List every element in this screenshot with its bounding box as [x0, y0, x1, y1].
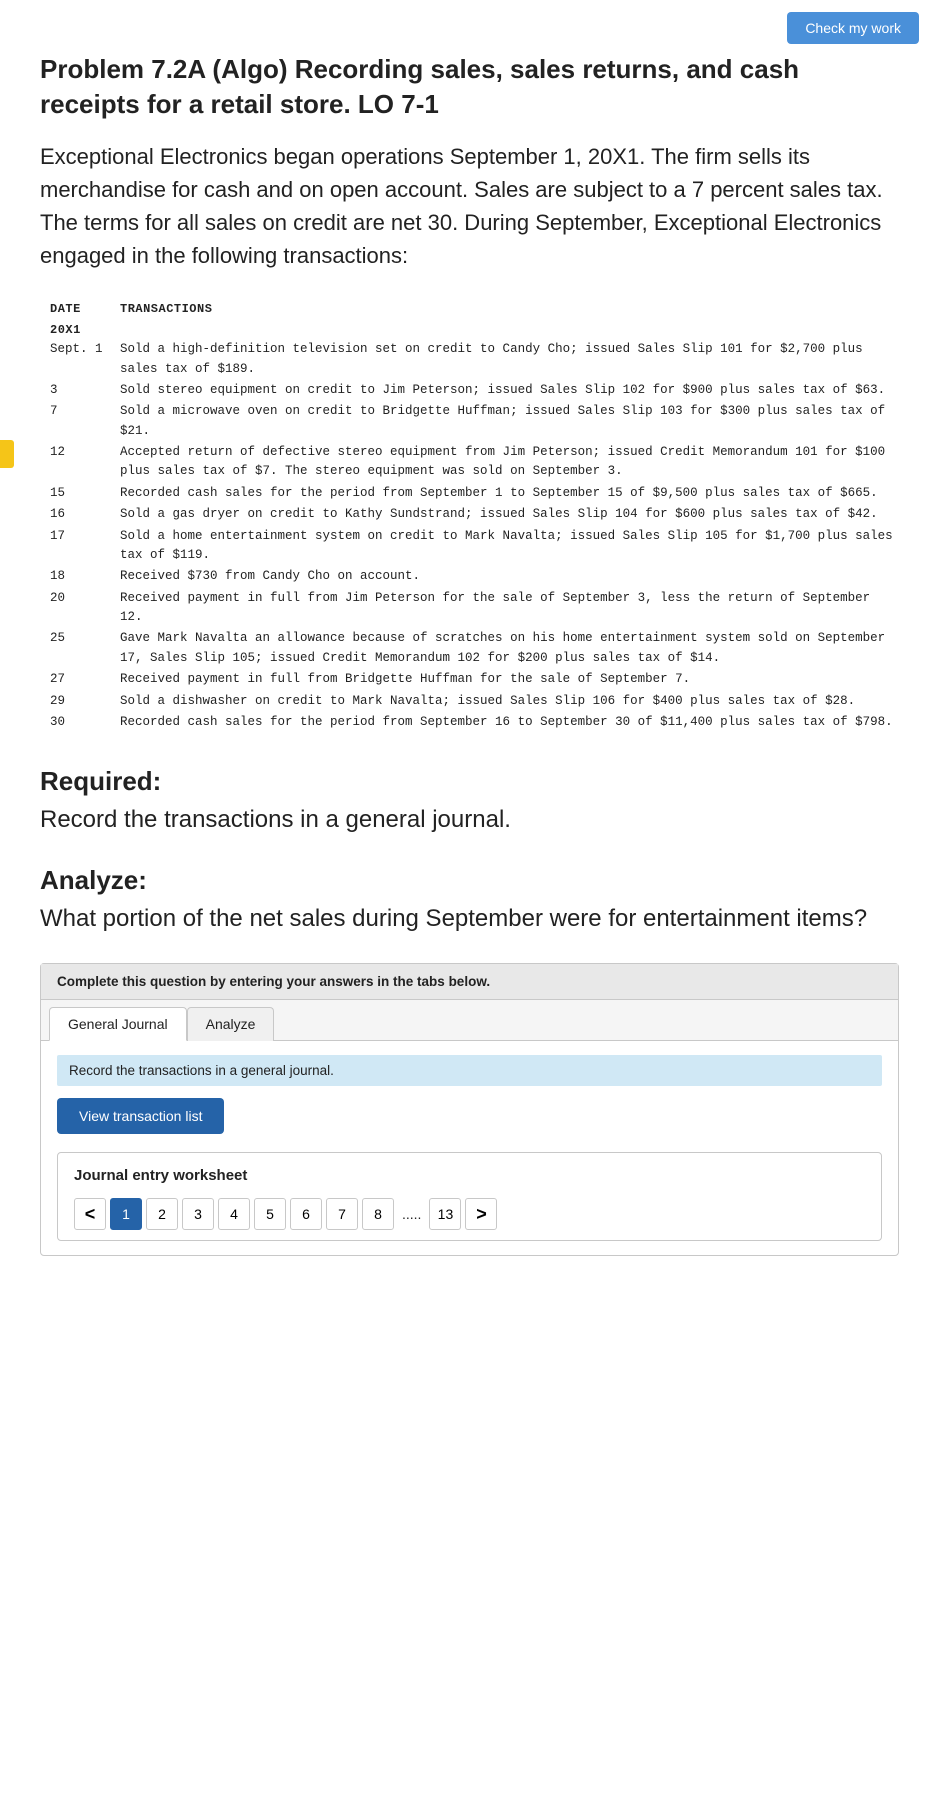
top-bar: Check my work: [0, 0, 939, 52]
transactions-rows: Sept. 1 Sold a high-definition televisio…: [50, 340, 899, 734]
trans-date: 12: [50, 443, 120, 484]
transactions-section: DATE TRANSACTIONS 20X1 Sept. 1 Sold a hi…: [40, 300, 899, 734]
problem-description: Exceptional Electronics began operations…: [40, 140, 899, 272]
prev-page-button[interactable]: <: [74, 1198, 106, 1230]
problem-title: Problem 7.2A (Algo) Recording sales, sal…: [40, 52, 899, 122]
table-row: 29 Sold a dishwasher on credit to Mark N…: [50, 692, 899, 713]
check-my-work-button[interactable]: Check my work: [787, 12, 919, 44]
date-header: DATE: [50, 300, 120, 319]
trans-text: Received $730 from Candy Cho on account.: [120, 567, 899, 588]
tabs-instruction-bar: Complete this question by entering your …: [41, 964, 898, 1000]
next-page-button[interactable]: >: [465, 1198, 497, 1230]
trans-text: Received payment in full from Jim Peters…: [120, 589, 899, 630]
trans-text: Sold a microwave oven on credit to Bridg…: [120, 402, 899, 443]
page-ellipsis: .....: [398, 1206, 425, 1222]
trans-text: Recorded cash sales for the period from …: [120, 713, 899, 734]
view-transaction-list-button[interactable]: View transaction list: [57, 1098, 224, 1134]
pagination: <12345678.....13>: [74, 1198, 865, 1240]
tabs-body: Record the transactions in a general jou…: [41, 1041, 898, 1255]
trans-date: 16: [50, 505, 120, 526]
trans-date: Sept. 1: [50, 340, 120, 381]
trans-date: 29: [50, 692, 120, 713]
table-row: 7 Sold a microwave oven on credit to Bri…: [50, 402, 899, 443]
trans-date: 20: [50, 589, 120, 630]
table-row: 12 Accepted return of defective stereo e…: [50, 443, 899, 484]
analyze-heading: Analyze:: [40, 865, 899, 896]
trans-text: Sold a high-definition television set on…: [120, 340, 899, 381]
trans-date: 7: [50, 402, 120, 443]
page-button-8[interactable]: 8: [362, 1198, 394, 1230]
page-button-13[interactable]: 13: [429, 1198, 461, 1230]
table-row: Sept. 1 Sold a high-definition televisio…: [50, 340, 899, 381]
trans-date: 25: [50, 629, 120, 670]
trans-date: 27: [50, 670, 120, 691]
record-text: Record the transactions in a general jou…: [57, 1055, 882, 1086]
table-row: 20 Received payment in full from Jim Pet…: [50, 589, 899, 630]
tabs-container: Complete this question by entering your …: [40, 963, 899, 1256]
table-row: 30 Recorded cash sales for the period fr…: [50, 713, 899, 734]
tab-analyze[interactable]: Analyze: [187, 1007, 275, 1041]
trans-text: Accepted return of defective stereo equi…: [120, 443, 899, 484]
trans-date: 17: [50, 527, 120, 568]
trans-text: Sold a home entertainment system on cred…: [120, 527, 899, 568]
table-row: 27 Received payment in full from Bridget…: [50, 670, 899, 691]
trans-date: 15: [50, 484, 120, 505]
table-row: 3 Sold stereo equipment on credit to Jim…: [50, 381, 899, 402]
required-body: Record the transactions in a general jou…: [40, 803, 899, 837]
page-button-1[interactable]: 1: [110, 1198, 142, 1230]
trans-text: Sold stereo equipment on credit to Jim P…: [120, 381, 899, 402]
year-label: 20X1: [50, 321, 120, 340]
page-button-7[interactable]: 7: [326, 1198, 358, 1230]
journal-entry-section: Journal entry worksheet <12345678.....13…: [57, 1152, 882, 1241]
table-row: 25 Gave Mark Navalta an allowance becaus…: [50, 629, 899, 670]
main-content: Problem 7.2A (Algo) Recording sales, sal…: [0, 52, 939, 1256]
page-button-4[interactable]: 4: [218, 1198, 250, 1230]
trans-text: Sold a dishwasher on credit to Mark Nava…: [120, 692, 899, 713]
trans-text: Received payment in full from Bridgette …: [120, 670, 899, 691]
page-button-5[interactable]: 5: [254, 1198, 286, 1230]
trans-date: 30: [50, 713, 120, 734]
table-row: 17 Sold a home entertainment system on c…: [50, 527, 899, 568]
required-heading: Required:: [40, 766, 899, 797]
table-row: 18 Received $730 from Candy Cho on accou…: [50, 567, 899, 588]
tab-general-journal[interactable]: General Journal: [49, 1007, 187, 1041]
table-row: 16 Sold a gas dryer on credit to Kathy S…: [50, 505, 899, 526]
trans-text: Sold a gas dryer on credit to Kathy Sund…: [120, 505, 899, 526]
page-button-6[interactable]: 6: [290, 1198, 322, 1230]
trans-text: Gave Mark Navalta an allowance because o…: [120, 629, 899, 670]
page-button-3[interactable]: 3: [182, 1198, 214, 1230]
side-marker: [0, 440, 14, 468]
analyze-body: What portion of the net sales during Sep…: [40, 902, 899, 936]
trans-date: 18: [50, 567, 120, 588]
trans-header: TRANSACTIONS: [120, 300, 212, 319]
trans-text: Recorded cash sales for the period from …: [120, 484, 899, 505]
table-row: 15 Recorded cash sales for the period fr…: [50, 484, 899, 505]
transactions-header: DATE TRANSACTIONS: [50, 300, 899, 319]
page-button-2[interactable]: 2: [146, 1198, 178, 1230]
journal-entry-title: Journal entry worksheet: [74, 1167, 865, 1184]
tabs-nav: General Journal Analyze: [41, 1000, 898, 1041]
year-row: 20X1: [50, 321, 899, 340]
trans-date: 3: [50, 381, 120, 402]
